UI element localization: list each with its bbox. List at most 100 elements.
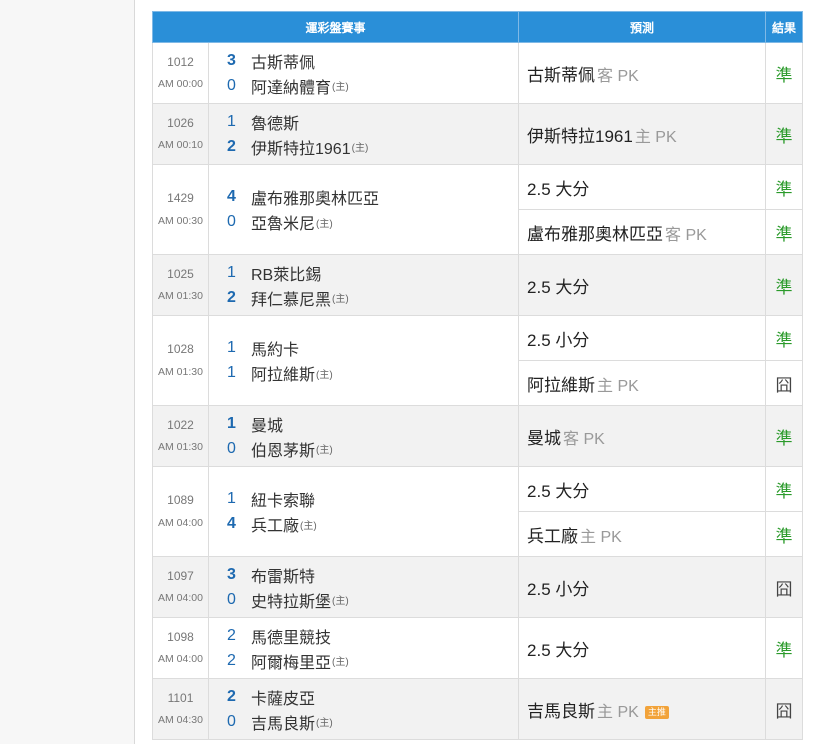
prediction-text: 2.5 大分 [527, 481, 590, 501]
team-name[interactable]: 吉馬良斯 [251, 710, 315, 734]
match-time: AM 04:00 [158, 516, 203, 529]
teams-cell: 3 布雷斯特 0 史特拉斯堡 (主) [207, 556, 520, 618]
team-score: 1 [227, 490, 236, 507]
team-line-away: 3 布雷斯特 [227, 562, 518, 587]
match-code-cell: 1097 AM 04:00 [152, 556, 209, 618]
match-code-cell: 1429 AM 00:30 [152, 164, 209, 255]
teams-cell: 1 魯德斯 2 伊斯特拉1961 (主) [207, 103, 520, 165]
table-row: 1022 AM 01:30 1 曼城 0 伯恩茅斯 (主) 曼城客 PK 準 [152, 405, 804, 467]
team-line-home: 0 亞魯米尼 (主) [227, 210, 518, 235]
teams-cell: 1 曼城 0 伯恩茅斯 (主) [207, 405, 520, 467]
table-row: 1101 AM 04:30 2 卡薩皮亞 0 吉馬良斯 (主) 吉馬良斯主 PK 主推囧 [152, 678, 804, 740]
team-score: 0 [227, 590, 236, 608]
home-team-marker: (主) [351, 143, 369, 154]
team-name[interactable]: 卡薩皮亞 [251, 685, 315, 709]
team-score: 2 [227, 687, 236, 705]
prediction-cell: 2.5 大分 [518, 466, 767, 512]
table-row: 1028 AM 01:30 1 馬約卡 1 阿拉維斯 (主) 2.5 小分準 [152, 315, 804, 406]
match-code-cell: 1012 AM 00:00 [152, 42, 209, 104]
table-row: 1026 AM 00:10 1 魯德斯 2 伊斯特拉1961 (主) 伊斯特拉1961 主 PK… [152, 103, 804, 165]
team-name[interactable]: 紐卡索聯 [251, 487, 315, 511]
team-name[interactable]: 古斯蒂佩 [251, 49, 315, 73]
team-name[interactable]: 兵工廠 [251, 512, 299, 536]
prediction-side: 客 PK [597, 67, 639, 85]
result-cell: 準 [765, 103, 804, 165]
prediction-cell: 兵工廠主 PK [518, 511, 767, 557]
team-score: 4 [227, 515, 236, 532]
team-line-away: 1 曼城 [227, 411, 518, 436]
prediction-cell: 2.5 大分 [518, 617, 767, 679]
team-name[interactable]: 拜仁慕尼黑 [251, 286, 331, 310]
match-code-cell: 1022 AM 01:30 [152, 405, 209, 467]
team-name[interactable]: 馬約卡 [251, 336, 299, 360]
team-name[interactable]: 伯恩茅斯 [251, 437, 315, 461]
team-line-away: 3 古斯蒂佩 [227, 48, 518, 73]
prediction-side: 客 PK [665, 226, 707, 244]
team-score: 1 [227, 339, 236, 356]
prediction-text: 2.5 小分 [527, 330, 590, 350]
team-line-away: 1 RB萊比錫 [227, 260, 518, 285]
team-name[interactable]: 馬德里競技 [251, 624, 331, 648]
result-cell: 囧 [765, 556, 804, 618]
header-event: 運彩盤賽事 [151, 11, 520, 43]
team-score: 0 [227, 439, 236, 457]
team-line-home: 0 伯恩茅斯 (主) [227, 436, 518, 461]
team-name[interactable]: 阿達納體育 [251, 74, 331, 98]
result-cell: 準 [765, 466, 804, 512]
teams-cell: 2 卡薩皮亞 0 吉馬良斯 (主) [207, 678, 520, 740]
prediction-text: 2.5 大分 [527, 179, 590, 199]
table-row: 1097 AM 04:00 3 布雷斯特 0 史特拉斯堡 (主) 2.5 小分 囧 [152, 556, 804, 618]
match-prediction-table: 運彩盤賽事 預測 結果 1012 AM 00:00 3 古斯蒂佩 0 阿達納體育 (主) 古斯… [151, 11, 804, 740]
table-row: 1098 AM 04:00 2 馬德里競技 2 阿爾梅里亞 (主) 2.5 大分 準 [152, 617, 804, 679]
result-cell: 囧 [765, 360, 804, 406]
match-code-cell: 1098 AM 04:00 [152, 617, 209, 679]
prediction-text: 古斯蒂佩 [527, 65, 596, 85]
prediction-text: 2.5 大分 [527, 277, 590, 297]
table-header-row: 運彩盤賽事 預測 結果 [151, 11, 804, 43]
team-name[interactable]: RB萊比錫 [251, 261, 321, 285]
table-row: 1012 AM 00:00 3 古斯蒂佩 0 阿達納體育 (主) 古斯蒂佩客 PK 準 [152, 42, 804, 104]
team-name[interactable]: 史特拉斯堡 [251, 588, 331, 612]
team-line-home: 0 史特拉斯堡 (主) [227, 587, 518, 612]
team-name[interactable]: 阿拉維斯 [251, 361, 315, 385]
prediction-text: 盧布雅那奧林匹亞 [527, 224, 664, 244]
match-time: AM 04:00 [158, 653, 203, 666]
result-cell: 準 [765, 315, 804, 361]
match-table-body: 1012 AM 00:00 3 古斯蒂佩 0 阿達納體育 (主) 古斯蒂佩客 PK 準 1026 A… [152, 42, 804, 740]
prediction-side: 主 PK [597, 703, 639, 721]
match-code: 1098 [167, 629, 194, 644]
match-time: AM 01:30 [158, 290, 203, 303]
team-name[interactable]: 布雷斯特 [251, 563, 315, 587]
team-score: 1 [227, 263, 236, 281]
match-code-cell: 1025 AM 01:30 [152, 254, 209, 316]
match-code: 1028 [167, 342, 194, 357]
prediction-text: 伊斯特拉1961 [527, 126, 633, 146]
team-name[interactable]: 曼城 [251, 412, 283, 436]
prediction-cell: 古斯蒂佩客 PK [518, 42, 767, 104]
team-score: 1 [227, 414, 236, 432]
prediction-text: 阿拉維斯 [527, 375, 596, 395]
match-code: 1025 [167, 266, 194, 281]
result-cell: 準 [765, 405, 804, 467]
prediction-cell: 吉馬良斯主 PK 主推 [518, 678, 767, 740]
team-name[interactable]: 魯德斯 [251, 110, 299, 134]
table-row: 1025 AM 01:30 1 RB萊比錫 2 拜仁慕尼黑 (主) 2.5 大分 準 [152, 254, 804, 316]
home-team-marker: (主) [316, 718, 333, 729]
home-team-marker: (主) [332, 596, 349, 607]
team-name[interactable]: 盧布雅那奧林匹亞 [251, 185, 379, 209]
match-code: 1089 [167, 493, 194, 508]
team-name[interactable]: 伊斯特拉1961 [251, 135, 351, 159]
match-code-cell: 1028 AM 01:30 [152, 315, 209, 406]
team-score: 3 [227, 51, 236, 69]
match-code-cell: 1101 AM 04:30 [152, 678, 209, 740]
teams-cell: 2 馬德里競技 2 阿爾梅里亞 (主) [207, 617, 520, 679]
team-score: 4 [227, 188, 236, 205]
match-time: AM 01:30 [158, 441, 203, 454]
team-name[interactable]: 阿爾梅里亞 [251, 649, 331, 673]
home-team-marker: (主) [332, 82, 349, 93]
team-line-home: 2 拜仁慕尼黑 (主) [227, 285, 518, 310]
team-score: 1 [227, 364, 236, 381]
match-time: AM 04:00 [158, 592, 203, 605]
team-name[interactable]: 亞魯米尼 [251, 210, 315, 234]
prediction-cell: 2.5 大分 [518, 164, 767, 210]
